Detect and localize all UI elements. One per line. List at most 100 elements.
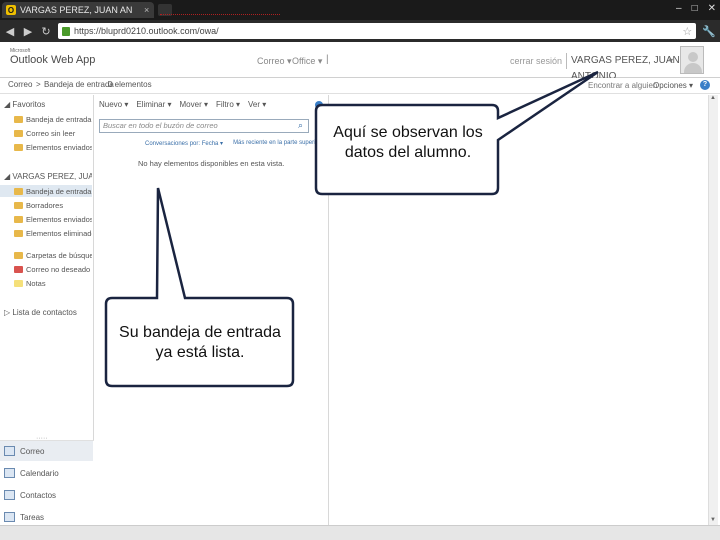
nav-separator: | xyxy=(326,54,329,65)
module-label: Tareas xyxy=(20,512,45,522)
back-icon[interactable]: ◀ xyxy=(4,25,16,38)
tasks-icon xyxy=(4,512,15,522)
module-label: Contactos xyxy=(20,490,57,500)
minimize-icon[interactable]: – xyxy=(676,3,682,14)
folder-item-label: Elementos enviados xyxy=(26,214,92,224)
help-icon[interactable]: ? xyxy=(700,80,710,90)
nav-correo[interactable]: Correo ▾ xyxy=(257,56,292,67)
module-calendar[interactable]: Calendario xyxy=(0,463,93,483)
avatar[interactable] xyxy=(680,46,704,74)
folder-item-label: Bandeja de entrada xyxy=(26,186,92,196)
item-count: 0 elementos xyxy=(108,80,152,89)
bookmark-star-icon[interactable]: ☆ xyxy=(682,25,692,38)
folder-icon xyxy=(14,201,23,209)
junk-folder-icon xyxy=(14,265,23,273)
fav-item-unread[interactable]: Correo sin leer xyxy=(14,127,92,139)
empty-list-message: No hay elementos disponibles en esta vis… xyxy=(138,159,285,168)
logout-link[interactable]: cerrar sesión xyxy=(510,56,562,66)
scrollbar[interactable] xyxy=(708,95,718,525)
folder-icon xyxy=(14,115,23,123)
decorative-line xyxy=(160,14,280,17)
notes-folder-icon xyxy=(14,279,23,287)
lock-icon xyxy=(62,26,70,36)
tab-close-icon[interactable]: × xyxy=(144,5,149,15)
contacts-icon xyxy=(4,490,15,500)
move-button[interactable]: Mover ▾ xyxy=(180,100,208,109)
search-icon[interactable]: ⌕ xyxy=(298,120,303,131)
options-menu[interactable]: Opciones ▾ xyxy=(653,81,693,90)
owa-header: Microsoft Outlook Web App Correo ▾ Offic… xyxy=(0,42,720,82)
fav-item-sent[interactable]: Elementos enviados xyxy=(14,141,92,153)
search-folder-icon xyxy=(14,251,23,259)
fav-item-label: Correo sin leer xyxy=(26,128,76,138)
delete-button[interactable]: Eliminar ▾ xyxy=(136,100,171,109)
url-input[interactable]: https://bluprd0210.outlook.com/owa/ ☆ xyxy=(58,23,697,39)
folder-icon xyxy=(14,129,23,137)
folder-item-label: Notas xyxy=(26,278,46,288)
contact-list-header[interactable]: ▷ Lista de contactos xyxy=(4,308,77,317)
page: O VARGAS PEREZ, JUAN AN × – □ ✕ ◀ ▶ ↻ ht… xyxy=(0,0,720,540)
message-list-pane: Nuevo ▾ Eliminar ▾ Mover ▾ Filtro ▾ Ver … xyxy=(95,95,329,540)
nav-office[interactable]: Office ▾ xyxy=(292,56,322,67)
scroll-down-icon[interactable]: ▼ xyxy=(708,517,718,525)
folder-item-deleted[interactable]: Elementos eliminados xyxy=(14,227,92,239)
breadcrumb-correo[interactable]: Correo xyxy=(8,80,32,89)
sort-order-link[interactable]: Más reciente en la parte superior xyxy=(233,140,321,147)
find-people-input[interactable]: Encontrar a alguien xyxy=(588,81,657,90)
inbox-ready-callout-text: Su bandeja de entrada ya está lista. xyxy=(119,324,281,361)
scroll-up-icon[interactable]: ▲ xyxy=(708,95,718,103)
maximize-icon[interactable]: □ xyxy=(692,3,698,14)
owa-logo[interactable]: Outlook Web App xyxy=(10,54,95,66)
folder-item-label: Borradores xyxy=(26,200,64,210)
favorites-header[interactable]: ◢ Favoritos xyxy=(4,100,45,109)
fav-item-inbox[interactable]: Bandeja de entrada xyxy=(14,113,92,125)
search-input[interactable]: Buscar en todo el buzón de correo xyxy=(99,119,309,133)
folder-item-sent[interactable]: Elementos enviados xyxy=(14,213,92,225)
forward-icon[interactable]: ▶ xyxy=(22,25,34,38)
tab-title: VARGAS PEREZ, JUAN AN xyxy=(20,5,133,15)
module-contacts[interactable]: Contactos xyxy=(0,485,93,505)
folder-item-junk[interactable]: Correo no deseado xyxy=(14,263,92,275)
url-text: https://bluprd0210.outlook.com/owa/ xyxy=(74,26,219,36)
mailbox-header[interactable]: ◢ VARGAS PEREZ, JUAN AN xyxy=(4,172,92,181)
outlook-favicon-icon: O xyxy=(6,5,16,15)
breadcrumb-inbox: Bandeja de entrada xyxy=(44,80,114,89)
message-toolbar: Nuevo ▾ Eliminar ▾ Mover ▾ Filtro ▾ Ver … xyxy=(99,100,266,109)
module-label: Correo xyxy=(20,446,45,456)
folder-item-label: Elementos eliminados xyxy=(26,228,92,238)
browser-tab[interactable]: O VARGAS PEREZ, JUAN AN × xyxy=(2,2,154,18)
sort-by-link[interactable]: Conversaciones por: Fecha ▾ xyxy=(145,140,223,147)
module-tasks[interactable]: Tareas xyxy=(0,507,93,527)
folder-item-drafts[interactable]: Borradores xyxy=(14,199,92,211)
folder-icon xyxy=(14,229,23,237)
avatar-body xyxy=(684,63,702,73)
breadcrumb-separator: > xyxy=(36,80,41,89)
new-button[interactable]: Nuevo ▾ xyxy=(99,100,128,109)
browser-tab-strip: O VARGAS PEREZ, JUAN AN × – □ ✕ xyxy=(0,0,720,20)
close-window-icon[interactable]: ✕ xyxy=(708,3,716,14)
folder-item-label: Correo no deseado xyxy=(26,264,91,274)
module-label: Calendario xyxy=(20,468,59,478)
user-dropdown-icon[interactable]: ▾ xyxy=(669,56,673,65)
address-bar-row: ◀ ▶ ↻ https://bluprd0210.outlook.com/owa… xyxy=(0,20,720,42)
folder-icon xyxy=(14,143,23,151)
folder-item-notes[interactable]: Notas xyxy=(14,277,92,289)
fav-item-label: Elementos enviados xyxy=(26,142,92,152)
module-mail[interactable]: Correo xyxy=(0,441,93,461)
folder-item-label: Carpetas de búsqueda xyxy=(26,250,92,260)
folder-item-inbox[interactable]: Bandeja de entrada xyxy=(0,185,92,197)
sort-row: Conversaciones por: Fecha ▾ Más reciente… xyxy=(145,140,321,147)
collapse-icon[interactable] xyxy=(315,101,323,109)
folder-pane: ◢ Favoritos Bandeja de entrada Correo si… xyxy=(0,95,94,540)
filter-button[interactable]: Filtro ▾ xyxy=(216,100,240,109)
folder-icon xyxy=(14,187,23,195)
folder-item-search-folders[interactable]: Carpetas de búsqueda xyxy=(14,249,92,261)
window-controls: – □ ✕ xyxy=(676,3,716,14)
view-button[interactable]: Ver ▾ xyxy=(248,100,266,109)
calendar-icon xyxy=(4,468,15,478)
student-data-callout-text: Aquí se observan los datos del alumno. xyxy=(333,124,483,161)
avatar-head xyxy=(688,52,698,62)
subheader: Correo > Bandeja de entrada 0 elementos … xyxy=(0,78,720,94)
wrench-icon[interactable]: 🔧 xyxy=(702,25,716,38)
reload-icon[interactable]: ↻ xyxy=(40,25,52,38)
